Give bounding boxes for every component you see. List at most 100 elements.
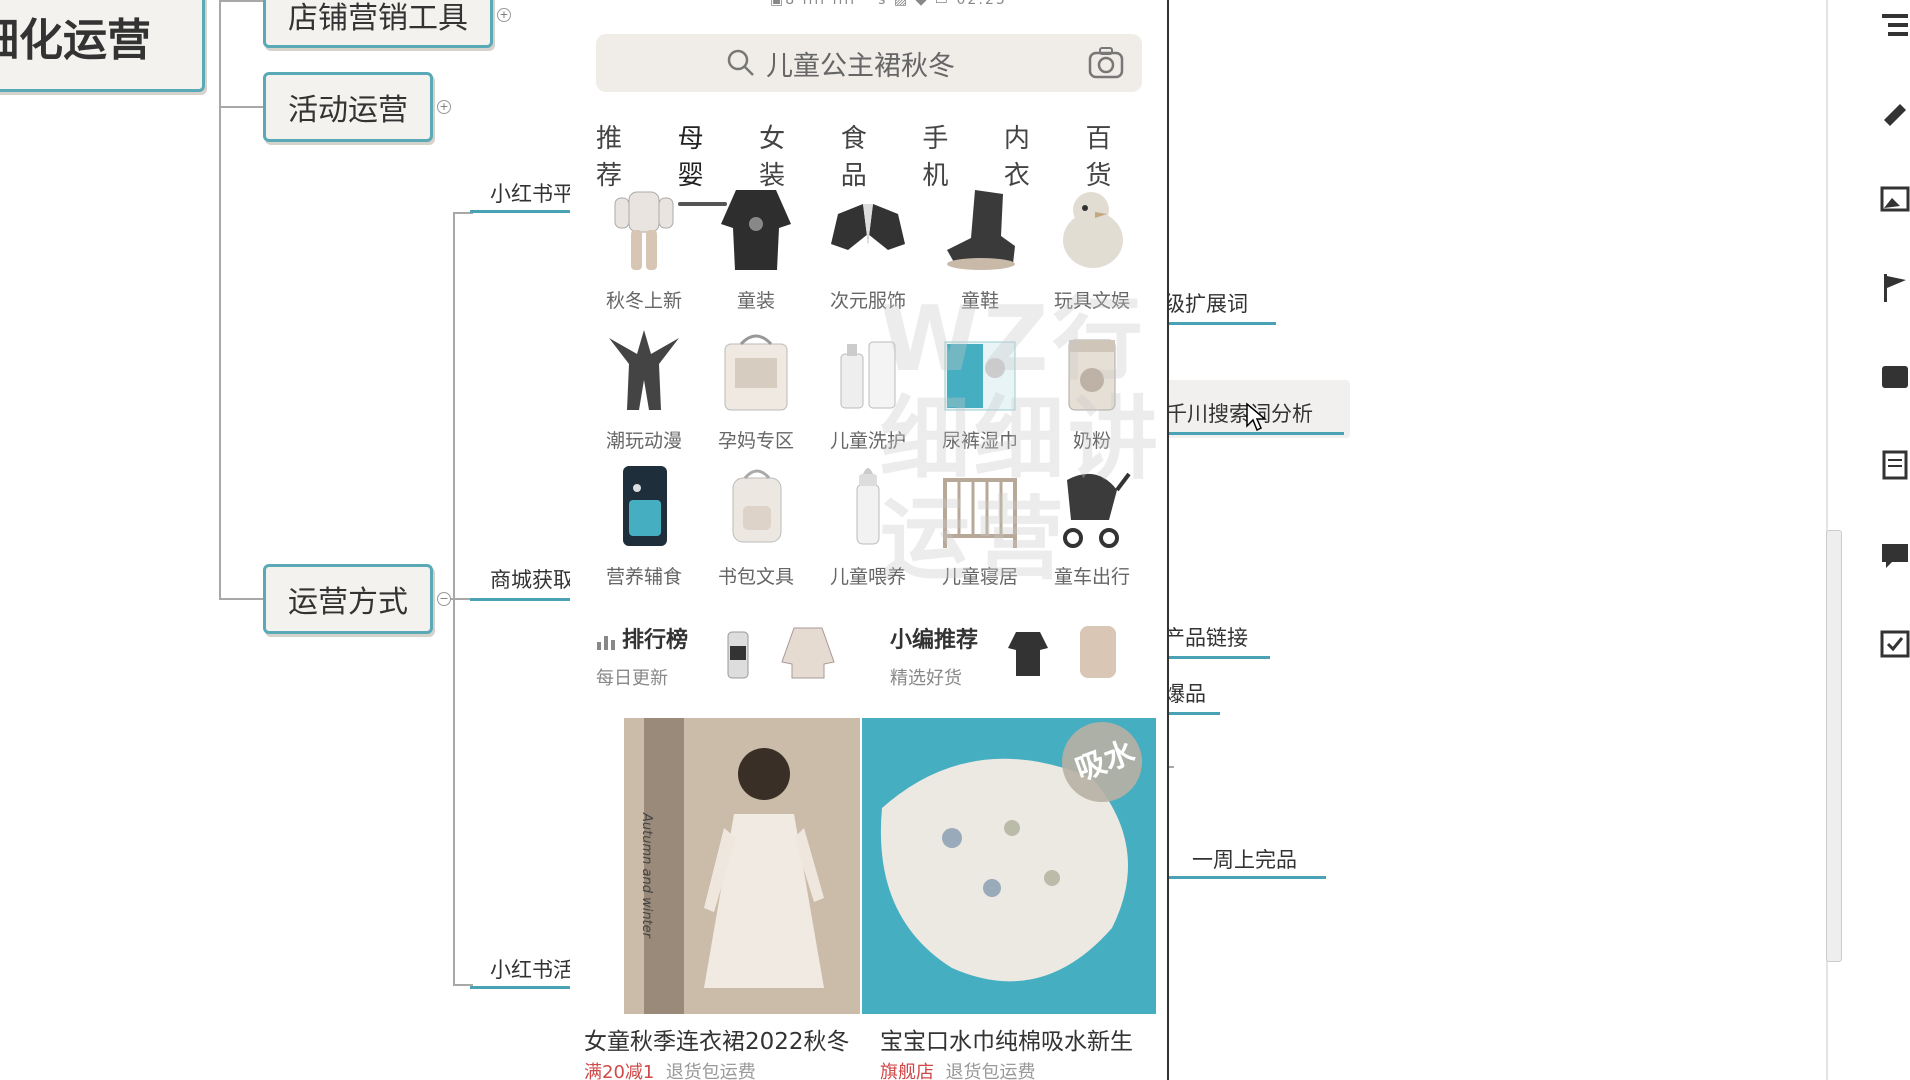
status-bar: ▣8 ıııl ıııl ⁴ᐟs ▨ ◆ ▭ 02:25	[770, 0, 1007, 8]
category-item[interactable]: 奶粉	[1036, 324, 1148, 453]
leaf-ext-words[interactable]: 级扩展词	[1164, 288, 1248, 318]
leaf-underline	[1168, 876, 1326, 879]
bar-chart-icon	[597, 636, 615, 650]
category-item[interactable]: 儿童寝居	[924, 460, 1036, 589]
category-label: 尿裤湿巾	[941, 430, 1018, 452]
category-label: 玩具文娱	[1053, 290, 1130, 312]
product-title-bib[interactable]: 宝宝口水巾纯棉吸水新生	[880, 1022, 1133, 1056]
leaf-xhs-bottom[interactable]: 小红书活	[490, 954, 574, 984]
service-tag: 退货包运费	[665, 1062, 756, 1080]
tab-general[interactable]: 百货	[1085, 118, 1135, 192]
product-side-text: Autumn and winter	[639, 812, 655, 939]
duck-toy-icon	[1063, 192, 1123, 268]
tab-mother-baby[interactable]: 母婴	[677, 118, 728, 206]
tab-recommend[interactable]: 推荐	[596, 118, 646, 192]
ranking-subtitle: 每日更新	[596, 668, 668, 689]
leaf-underline	[1164, 712, 1220, 715]
category-item[interactable]: 潮玩动漫	[588, 324, 700, 453]
product-meta-dress: 满20减1 退货包运费	[584, 1058, 756, 1080]
expand-toggle[interactable]: +	[497, 8, 511, 22]
category-label: 童鞋	[960, 290, 999, 312]
leaf-underline	[1164, 656, 1270, 659]
leaf-qianchuan[interactable]: 千川搜索词分析	[1166, 398, 1313, 428]
mouse-cursor-icon	[1246, 402, 1267, 432]
editor-pick-card[interactable]: 小编推荐 精选好货	[890, 622, 978, 690]
ranking-card[interactable]: 排行榜 每日更新	[596, 622, 688, 690]
node-label: 店铺营销工具	[288, 1, 468, 36]
category-item[interactable]: 童车出行	[1036, 460, 1148, 589]
search-bar[interactable]: 儿童公主裙秋冬	[596, 34, 1142, 92]
task-icon[interactable]	[1880, 628, 1910, 658]
expand-toggle[interactable]: +	[437, 100, 451, 114]
leaf-mall-get[interactable]: 商城获取	[490, 564, 574, 594]
kids-jacket-icon	[721, 190, 791, 270]
comment-icon[interactable]	[1880, 540, 1910, 570]
node-store-tools[interactable]: 店铺营销工具	[263, 0, 493, 48]
category-item[interactable]: 儿童洗护	[812, 324, 924, 453]
crib-icon	[943, 478, 1017, 548]
milk-powder-icon	[1068, 339, 1116, 411]
text-style-icon[interactable]	[1880, 362, 1910, 392]
collapse-toggle[interactable]: −	[437, 592, 451, 606]
root-label: 细化运营	[0, 15, 151, 66]
flag-icon[interactable]	[1880, 272, 1910, 302]
search-icon	[727, 49, 754, 76]
category-item[interactable]: 孕妈专区	[700, 324, 812, 453]
store-tag: 旗舰店	[880, 1062, 934, 1080]
kids-outfit-icon	[614, 191, 674, 270]
editor-pick-subtitle: 精选好货	[890, 668, 962, 689]
stroller-icon	[1063, 472, 1131, 548]
kids-wash-icon	[840, 341, 896, 409]
node-ops-method[interactable]: 运营方式	[263, 564, 433, 634]
leaf-xhs-top[interactable]: 小红书平	[490, 178, 574, 208]
category-tabs: 推荐 母婴 女装 食品 手机 内衣 百货	[596, 118, 1167, 206]
category-item[interactable]: 秋冬上新	[588, 184, 700, 313]
leaf-goods[interactable]: 爆品	[1164, 678, 1206, 708]
tab-phones[interactable]: 手机	[922, 118, 972, 192]
tools-icon[interactable]	[1880, 96, 1910, 126]
image-icon[interactable]	[1880, 184, 1910, 214]
category-item[interactable]: 童装	[700, 184, 812, 313]
category-item[interactable]: 次元服饰	[812, 184, 924, 313]
ranking-title-text: 排行榜	[622, 628, 689, 653]
maternity-bag-icon	[724, 334, 788, 411]
category-label: 奶粉	[1072, 430, 1111, 452]
connector-line	[219, 0, 221, 600]
kids-shoe-icon	[947, 190, 1015, 270]
leaf-underline	[470, 210, 570, 213]
category-label: 营养辅食	[605, 566, 682, 588]
camera-icon[interactable]	[1088, 46, 1124, 80]
tab-food[interactable]: 食品	[841, 118, 891, 192]
diaper-icon	[944, 341, 1016, 411]
product-image-dress[interactable]: Autumn and winter	[624, 718, 860, 1014]
category-label: 秋冬上新	[605, 290, 682, 312]
category-item[interactable]: 尿裤湿巾	[924, 324, 1036, 453]
tab-underwear[interactable]: 内衣	[1004, 118, 1054, 192]
outline-icon[interactable]	[1880, 10, 1910, 40]
category-label: 儿童洗护	[829, 430, 906, 452]
tab-womens[interactable]: 女装	[759, 118, 809, 192]
category-item[interactable]: 童鞋	[924, 184, 1036, 313]
category-item[interactable]: 书包文具	[700, 460, 812, 589]
scrollbar[interactable]	[1826, 530, 1842, 962]
product-title-dress[interactable]: 女童秋季连衣裙2022秋冬	[584, 1022, 850, 1056]
note-icon[interactable]	[1880, 450, 1910, 480]
feeding-bottle-icon	[856, 468, 880, 545]
ranking-title: 排行榜	[596, 622, 688, 654]
product-image-bib[interactable]: 吸水	[862, 718, 1156, 1014]
phone-screen: ▣8 ıııl ıııl ⁴ᐟs ▨ ◆ ▭ 02:25 儿童公主裙秋冬 推荐 …	[570, 0, 1169, 1080]
mindmap-root-node[interactable]: 细化运营	[0, 0, 205, 92]
leaf-product-link[interactable]: 产品链接	[1164, 622, 1248, 652]
nutrition-pack-icon	[623, 466, 667, 546]
ranking-thumb-coat-icon	[781, 627, 835, 679]
category-item[interactable]: 儿童喂养	[812, 460, 924, 589]
connector-line	[219, 0, 264, 2]
category-item[interactable]: 营养辅食	[588, 460, 700, 589]
category-item[interactable]: 玩具文娱	[1036, 184, 1148, 313]
leaf-underline	[1164, 432, 1344, 435]
category-label: 次元服饰	[829, 290, 906, 312]
node-activity-ops[interactable]: 活动运营	[263, 72, 433, 142]
connector-line	[219, 106, 264, 108]
leaf-underline	[1164, 322, 1276, 325]
leaf-week-new[interactable]: 一周上完品	[1192, 844, 1297, 874]
